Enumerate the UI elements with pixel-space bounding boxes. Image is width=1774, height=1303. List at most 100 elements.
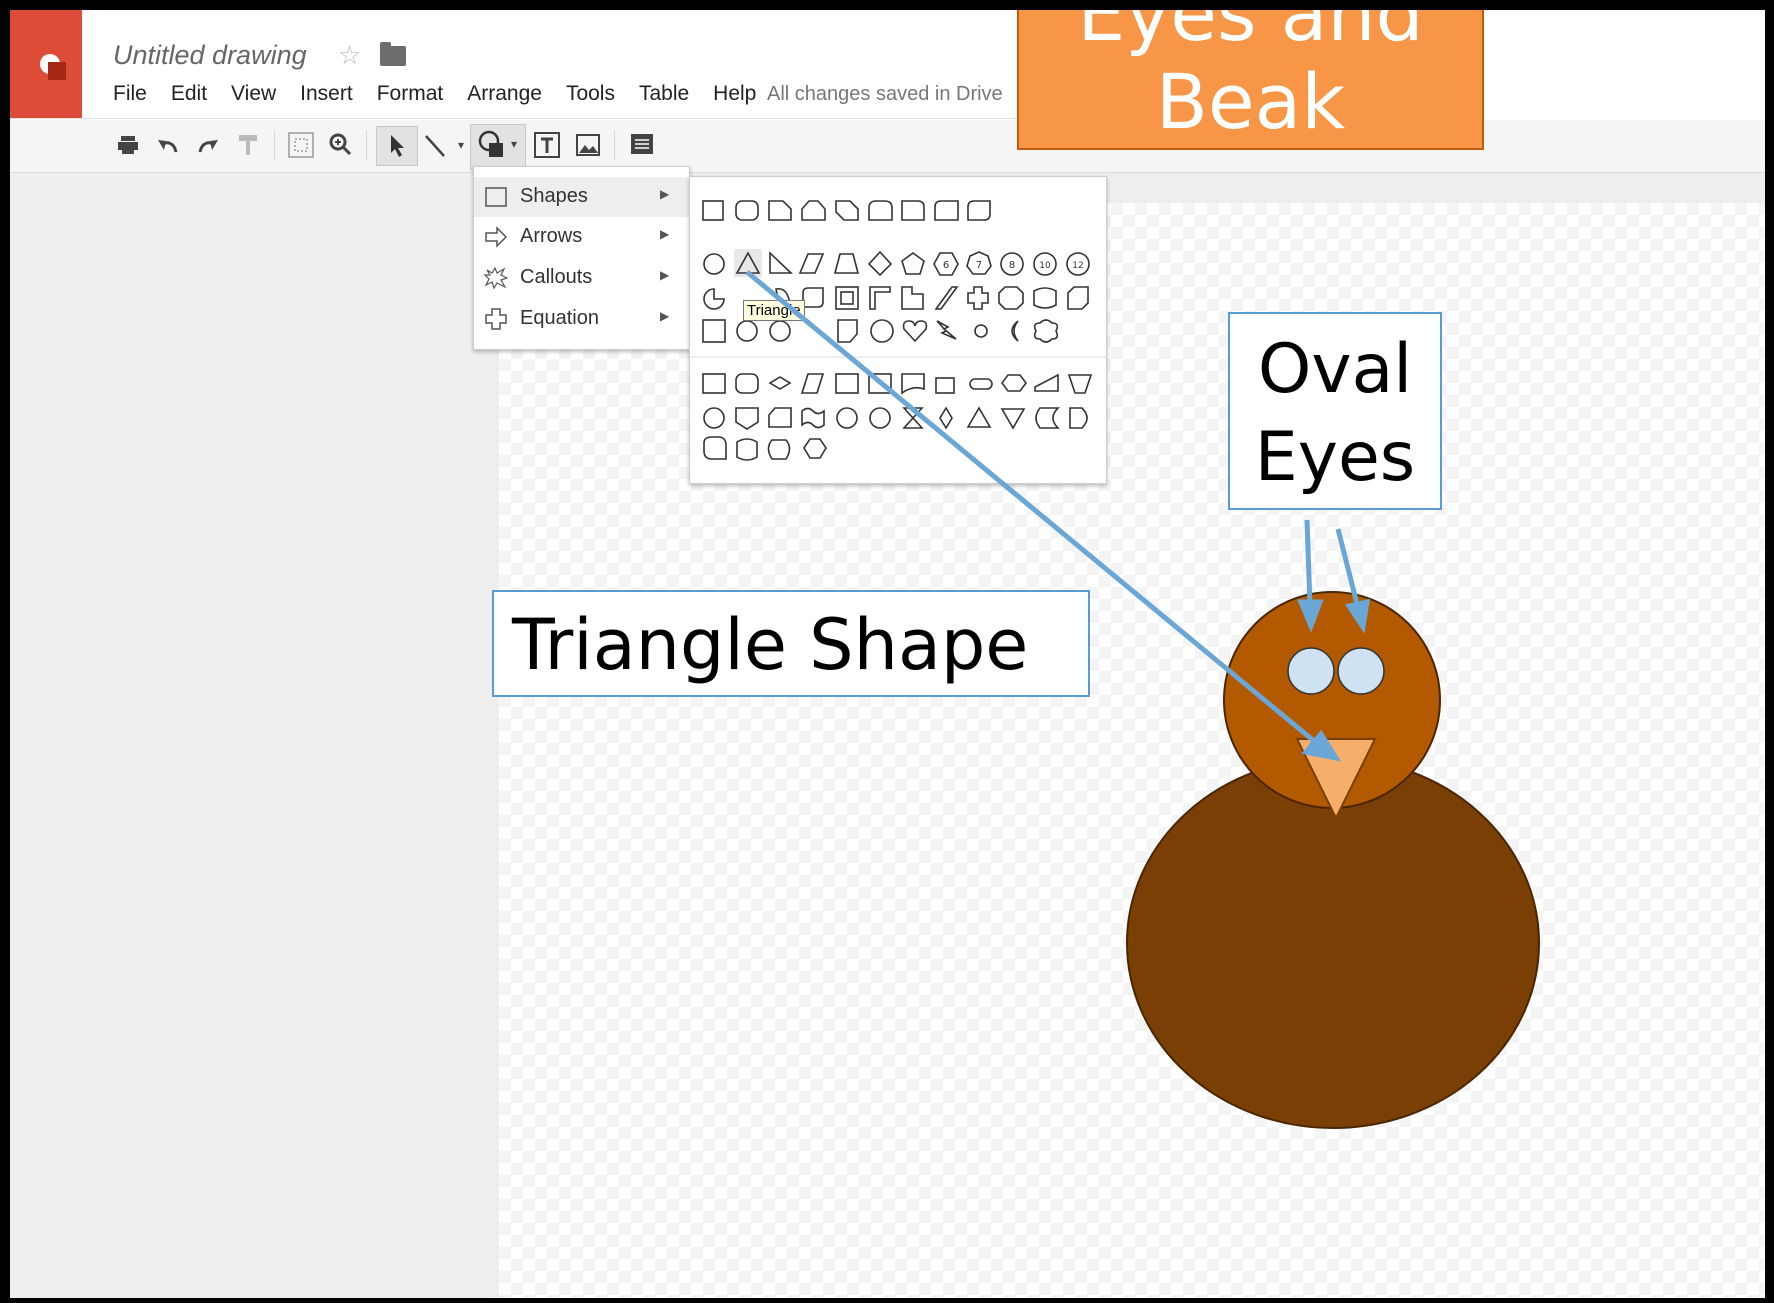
shape-sun[interactable] [974, 324, 988, 338]
menu-item-shapes[interactable]: Shapes ▶ [474, 177, 689, 217]
shape-plaque[interactable] [998, 286, 1024, 310]
shape-donut[interactable] [736, 320, 758, 342]
flow-delay[interactable] [1069, 407, 1088, 429]
shape-right-triangle[interactable] [769, 251, 793, 274]
shape-heart[interactable] [902, 320, 928, 343]
line-icon[interactable] [422, 130, 448, 160]
flow-direct-access[interactable] [767, 439, 791, 460]
shape-tool-active[interactable]: ▾ [470, 124, 526, 170]
menu-item-arrows[interactable]: Arrows ▶ [474, 217, 689, 257]
menu-view[interactable]: View [231, 82, 276, 106]
menu-edit[interactable]: Edit [171, 82, 207, 106]
drawings-logo[interactable] [10, 10, 82, 118]
shape-round-diagonal[interactable] [967, 200, 991, 221]
flow-process[interactable] [702, 373, 726, 394]
flow-manual-input[interactable] [1034, 373, 1059, 392]
folder-icon[interactable] [380, 42, 406, 66]
menu-arrange[interactable]: Arrange [467, 82, 542, 106]
callout-text-line2: Beak [1155, 57, 1346, 146]
shape-round-corner[interactable] [901, 200, 925, 221]
shape-snip-diagonal[interactable] [835, 200, 859, 221]
flow-extract[interactable] [966, 406, 992, 428]
text-box-icon[interactable] [532, 130, 562, 160]
zoom-icon[interactable] [328, 130, 354, 160]
shape-bevel[interactable] [702, 319, 726, 343]
flow-terminator[interactable] [969, 378, 993, 390]
shape-half-frame[interactable] [869, 286, 891, 310]
flow-merge[interactable] [1000, 408, 1026, 430]
paint-format-icon[interactable] [236, 130, 260, 160]
shape-can[interactable] [1033, 287, 1057, 309]
menu-table[interactable]: Table [639, 82, 689, 106]
shape-diagonal-stripe[interactable] [934, 286, 959, 310]
flow-sequential-access[interactable] [703, 436, 727, 460]
print-icon[interactable] [116, 130, 140, 160]
document-title[interactable]: Untitled drawing [113, 40, 307, 71]
oval-eyes-callout[interactable]: Oval Eyes [1228, 312, 1442, 510]
flow-collate[interactable] [902, 407, 924, 429]
menu-help[interactable]: Help [713, 82, 756, 106]
flow-connector[interactable] [703, 407, 725, 429]
shape-pie[interactable] [703, 288, 725, 310]
shape-round-single[interactable] [934, 200, 959, 221]
shape-cube[interactable] [1067, 286, 1089, 310]
shape-cloud[interactable] [1033, 319, 1059, 343]
menu-item-equation[interactable]: Equation ▶ [474, 299, 689, 339]
shape-frame-inner[interactable] [840, 291, 854, 305]
shape-snip-same-side[interactable] [801, 200, 826, 221]
shape-no-symbol[interactable] [769, 320, 791, 342]
shape-diamond[interactable] [867, 250, 893, 277]
shape-moon[interactable] [1011, 320, 1019, 342]
save-status[interactable]: All changes saved in Drive [767, 83, 1003, 106]
flow-summing-junction[interactable] [836, 407, 858, 429]
comment-icon[interactable] [628, 130, 656, 160]
shape-folded-corner[interactable] [837, 319, 858, 343]
undo-icon[interactable] [156, 130, 180, 160]
flow-punched-tape[interactable] [801, 407, 825, 429]
shape-trapezoid[interactable] [833, 253, 860, 274]
flow-alternate-process[interactable] [735, 373, 759, 394]
flow-internal-storage[interactable] [868, 373, 892, 394]
shape-lightning[interactable] [936, 320, 957, 340]
shape-pentagon[interactable] [901, 252, 925, 275]
flow-stored-data[interactable] [1035, 407, 1060, 429]
menu-format[interactable]: Format [377, 82, 444, 106]
shape-rounded-rectangle[interactable] [735, 200, 759, 221]
flow-magnetic-disk[interactable] [736, 438, 758, 461]
flow-sort[interactable] [939, 406, 953, 430]
menu-tools[interactable]: Tools [566, 82, 615, 106]
shape-l-shape[interactable] [901, 286, 924, 310]
image-icon[interactable] [574, 130, 602, 160]
menu-item-callouts[interactable]: Callouts ▶ [474, 258, 689, 298]
flow-card[interactable] [768, 407, 792, 428]
shape-smiley[interactable] [870, 319, 894, 343]
menu-insert[interactable]: Insert [300, 82, 353, 106]
select-tool-active[interactable] [376, 126, 418, 166]
menu-file[interactable]: File [113, 82, 147, 106]
flow-data[interactable] [800, 373, 825, 394]
menu-bar: File Edit View Insert Format Arrange Tools Tabl… [113, 82, 780, 106]
shape-rectangle[interactable] [702, 200, 724, 221]
flow-preparation[interactable] [1001, 374, 1027, 392]
flow-document[interactable] [901, 373, 925, 395]
flow-decision[interactable] [768, 376, 792, 390]
zoom-fit-icon[interactable] [287, 130, 315, 160]
flow-display[interactable] [803, 438, 827, 459]
shape-teardrop[interactable] [802, 287, 824, 308]
flow-manual-operation[interactable] [1067, 374, 1093, 394]
eyes-and-beak-callout[interactable]: Eyes and Beak [1017, 10, 1484, 150]
flow-multidocument[interactable] [935, 377, 955, 394]
shape-frame[interactable] [835, 286, 859, 310]
shape-snip-corner[interactable] [768, 200, 792, 221]
star-icon[interactable]: ☆ [338, 40, 361, 71]
redo-icon[interactable] [196, 130, 220, 160]
shape-parallelogram[interactable] [798, 253, 825, 274]
line-dropdown-icon[interactable]: ▾ [454, 130, 468, 160]
shape-round-same-side[interactable] [868, 200, 893, 221]
shape-oval[interactable] [703, 253, 725, 275]
flow-or[interactable] [869, 407, 891, 429]
flow-offpage[interactable] [735, 407, 759, 430]
triangle-shape-callout[interactable]: Triangle Shape [492, 590, 1090, 697]
flow-predefined[interactable] [835, 373, 859, 394]
shape-cross[interactable] [967, 286, 989, 310]
